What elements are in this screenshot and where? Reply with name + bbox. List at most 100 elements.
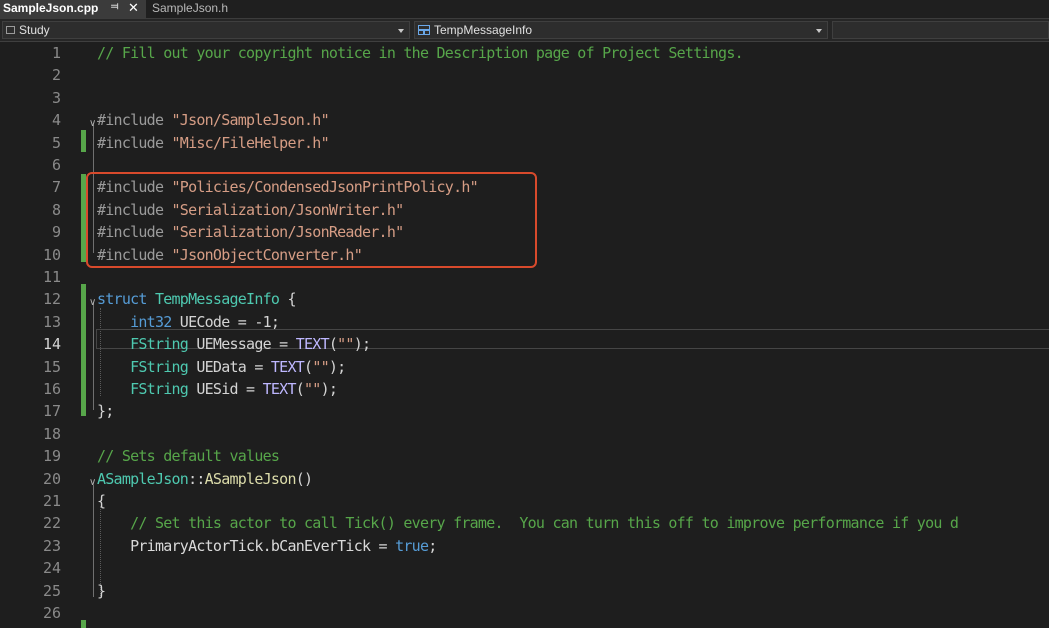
line-number: 22 xyxy=(42,514,61,533)
pin-icon[interactable]: ⫤ xyxy=(111,1,119,12)
code-line[interactable]: 14 FString UEMessage = TEXT(""); xyxy=(0,333,1049,355)
code-token: { xyxy=(279,290,296,309)
line-number: 14 xyxy=(42,335,61,354)
tab-samplejson-cpp[interactable]: SampleJson.cpp ⫤ ✕ xyxy=(0,0,146,18)
code-line[interactable]: 1 // Fill out your copyright notice in th… xyxy=(0,42,1049,64)
code-line[interactable]: 2 xyxy=(0,64,1049,86)
line-number: 19 xyxy=(42,447,61,466)
project-dropdown[interactable]: Study xyxy=(2,21,410,39)
code-token: TEXT xyxy=(262,380,297,398)
code-line[interactable]: 9 #include "Serialization/JsonReader.h" xyxy=(0,221,1049,243)
code-token: #include xyxy=(97,223,172,242)
code-line[interactable]: 17}; xyxy=(0,400,1049,422)
code-text: { xyxy=(97,490,106,512)
code-line[interactable]: 7 #include "Policies/CondensedJsonPrintPo… xyxy=(0,176,1049,198)
code-token: #include xyxy=(97,245,172,264)
code-text: }; xyxy=(97,400,114,422)
code-token: true xyxy=(395,536,429,555)
code-line[interactable]: 8 #include "Serialization/JsonWriter.h" xyxy=(0,199,1049,221)
code-editor[interactable]: 1 // Fill out your copyright notice in th… xyxy=(0,42,1049,628)
code-text: FString UEMessage = TEXT(""); xyxy=(97,333,371,355)
code-line[interactable]: 16 FString UESid = TEXT(""); xyxy=(0,378,1049,400)
code-line[interactable]: 25} xyxy=(0,580,1049,602)
scope-dropdown[interactable]: TempMessageInfo xyxy=(414,21,828,39)
line-number: 12 xyxy=(42,290,61,309)
code-token: #include xyxy=(97,111,172,130)
code-token: // Fill out your copyright notice in the… xyxy=(97,44,744,62)
struct-icon xyxy=(418,25,430,35)
line-number: 24 xyxy=(42,559,61,578)
code-token: "Misc/FileHelper.h" xyxy=(171,133,330,152)
line-number: 3 xyxy=(51,88,61,107)
member-dropdown[interactable] xyxy=(832,21,1049,39)
line-number: 23 xyxy=(42,536,61,555)
code-line[interactable]: 21 { xyxy=(0,490,1049,512)
code-token: ); xyxy=(328,357,346,376)
code-token: UEData = xyxy=(188,357,271,376)
code-token: }; xyxy=(97,402,114,421)
line-number: 16 xyxy=(42,380,61,398)
line-number: 25 xyxy=(42,581,61,600)
code-text: #include "Serialization/JsonReader.h" xyxy=(97,221,404,243)
code-token: TEXT xyxy=(295,335,330,354)
line-number: 5 xyxy=(51,133,61,152)
code-token: ); xyxy=(320,380,338,398)
code-token: #include xyxy=(97,133,172,152)
code-line[interactable]: 19 // Sets default values xyxy=(0,445,1049,467)
code-token: () xyxy=(295,469,313,488)
code-text: // Sets default values xyxy=(97,445,280,467)
code-text: ASampleJson::ASampleJson() xyxy=(97,468,313,490)
code-token: // Sets default values xyxy=(97,447,280,466)
code-text: // Set this actor to call Tick() every f… xyxy=(97,512,959,534)
chevron-down-icon xyxy=(816,29,822,33)
code-line[interactable]: 22 // Set this actor to call Tick() ever… xyxy=(0,512,1049,534)
code-token: FString xyxy=(130,335,189,354)
line-number: 26 xyxy=(42,604,61,622)
code-token: TempMessageInfo xyxy=(154,290,280,309)
code-line[interactable]: 20 ∨ ASampleJson::ASampleJson() xyxy=(0,468,1049,490)
code-token: FString xyxy=(130,357,189,376)
code-line[interactable]: 6 xyxy=(0,154,1049,176)
tab-samplejson-h[interactable]: SampleJson.h xyxy=(146,0,256,18)
code-line[interactable]: 23 PrimaryActorTick.bCanEverTick = true; xyxy=(0,535,1049,557)
code-text: FString UEData = TEXT(""); xyxy=(97,356,346,378)
code-line[interactable]: 13 int32 UECode = -1; xyxy=(0,311,1049,333)
code-token: :: xyxy=(188,469,205,488)
code-line[interactable]: 18 xyxy=(0,423,1049,445)
code-line[interactable]: 26 xyxy=(0,602,1049,624)
scope-dropdown-label: TempMessageInfo xyxy=(434,23,533,37)
code-text: // Fill out your copyright notice in the… xyxy=(97,42,744,64)
code-line[interactable]: 24 xyxy=(0,557,1049,579)
code-token: "" xyxy=(304,380,321,398)
code-token: "" xyxy=(337,335,354,354)
code-line[interactable]: 12 ∨ struct TempMessageInfo { xyxy=(0,288,1049,310)
code-text: #include "Policies/CondensedJsonPrintPol… xyxy=(97,176,479,198)
code-token: ); xyxy=(353,335,371,354)
code-line[interactable]: 10 #include "JsonObjectConverter.h" xyxy=(0,244,1049,266)
code-line[interactable]: 4 ∨ #include "Json/SampleJson.h" xyxy=(0,109,1049,131)
code-text: PrimaryActorTick.bCanEverTick = true; xyxy=(97,535,437,557)
line-number: 13 xyxy=(42,312,61,331)
line-number: 18 xyxy=(42,424,61,443)
code-token: ASampleJson xyxy=(204,469,297,488)
code-line[interactable]: 11 xyxy=(0,266,1049,288)
navigation-bar: Study TempMessageInfo xyxy=(0,19,1049,42)
code-line[interactable]: 3 xyxy=(0,87,1049,109)
code-token: "JsonObjectConverter.h" xyxy=(171,245,363,264)
line-number: 20 xyxy=(42,469,61,488)
code-line[interactable]: 5 #include "Misc/FileHelper.h" xyxy=(0,132,1049,154)
line-number: 7 xyxy=(51,178,61,197)
code-token: "Policies/CondensedJsonPrintPolicy.h" xyxy=(171,178,479,197)
code-token: = xyxy=(370,536,396,555)
close-icon[interactable]: ✕ xyxy=(128,0,139,16)
code-line[interactable]: 15 FString UEData = TEXT(""); xyxy=(0,356,1049,378)
document-tab-strip: SampleJson.cpp ⫤ ✕ SampleJson.h xyxy=(0,0,1049,19)
code-text: } xyxy=(97,580,106,602)
line-number: 1 xyxy=(51,44,61,62)
code-token: ASampleJson xyxy=(97,469,189,488)
project-dropdown-label: Study xyxy=(19,23,50,37)
